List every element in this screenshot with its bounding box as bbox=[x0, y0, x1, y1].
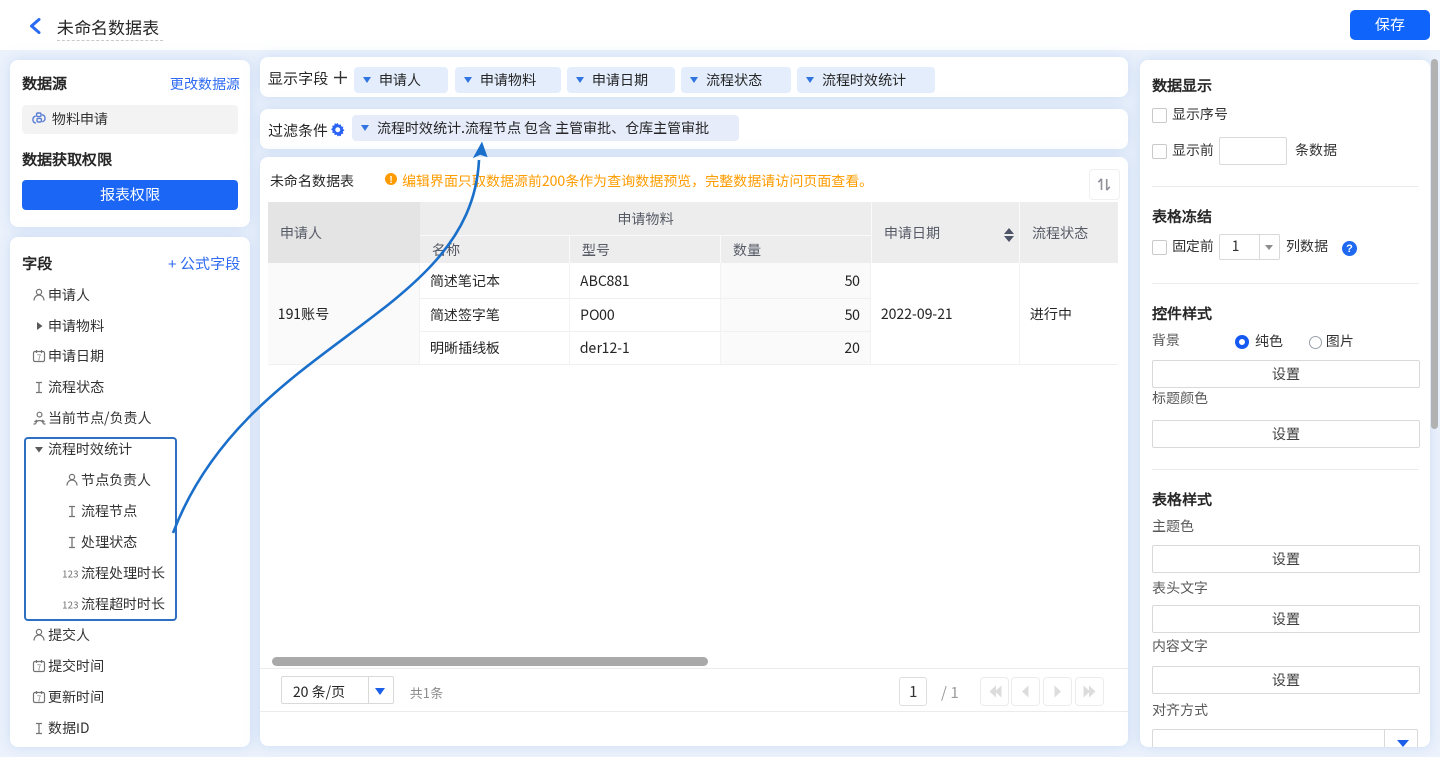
svg-text:7: 7 bbox=[36, 353, 41, 364]
svg-text:7: 7 bbox=[36, 663, 41, 674]
svg-text:123: 123 bbox=[62, 567, 79, 579]
svg-text:7: 7 bbox=[36, 694, 41, 705]
svg-text:123: 123 bbox=[62, 598, 79, 610]
